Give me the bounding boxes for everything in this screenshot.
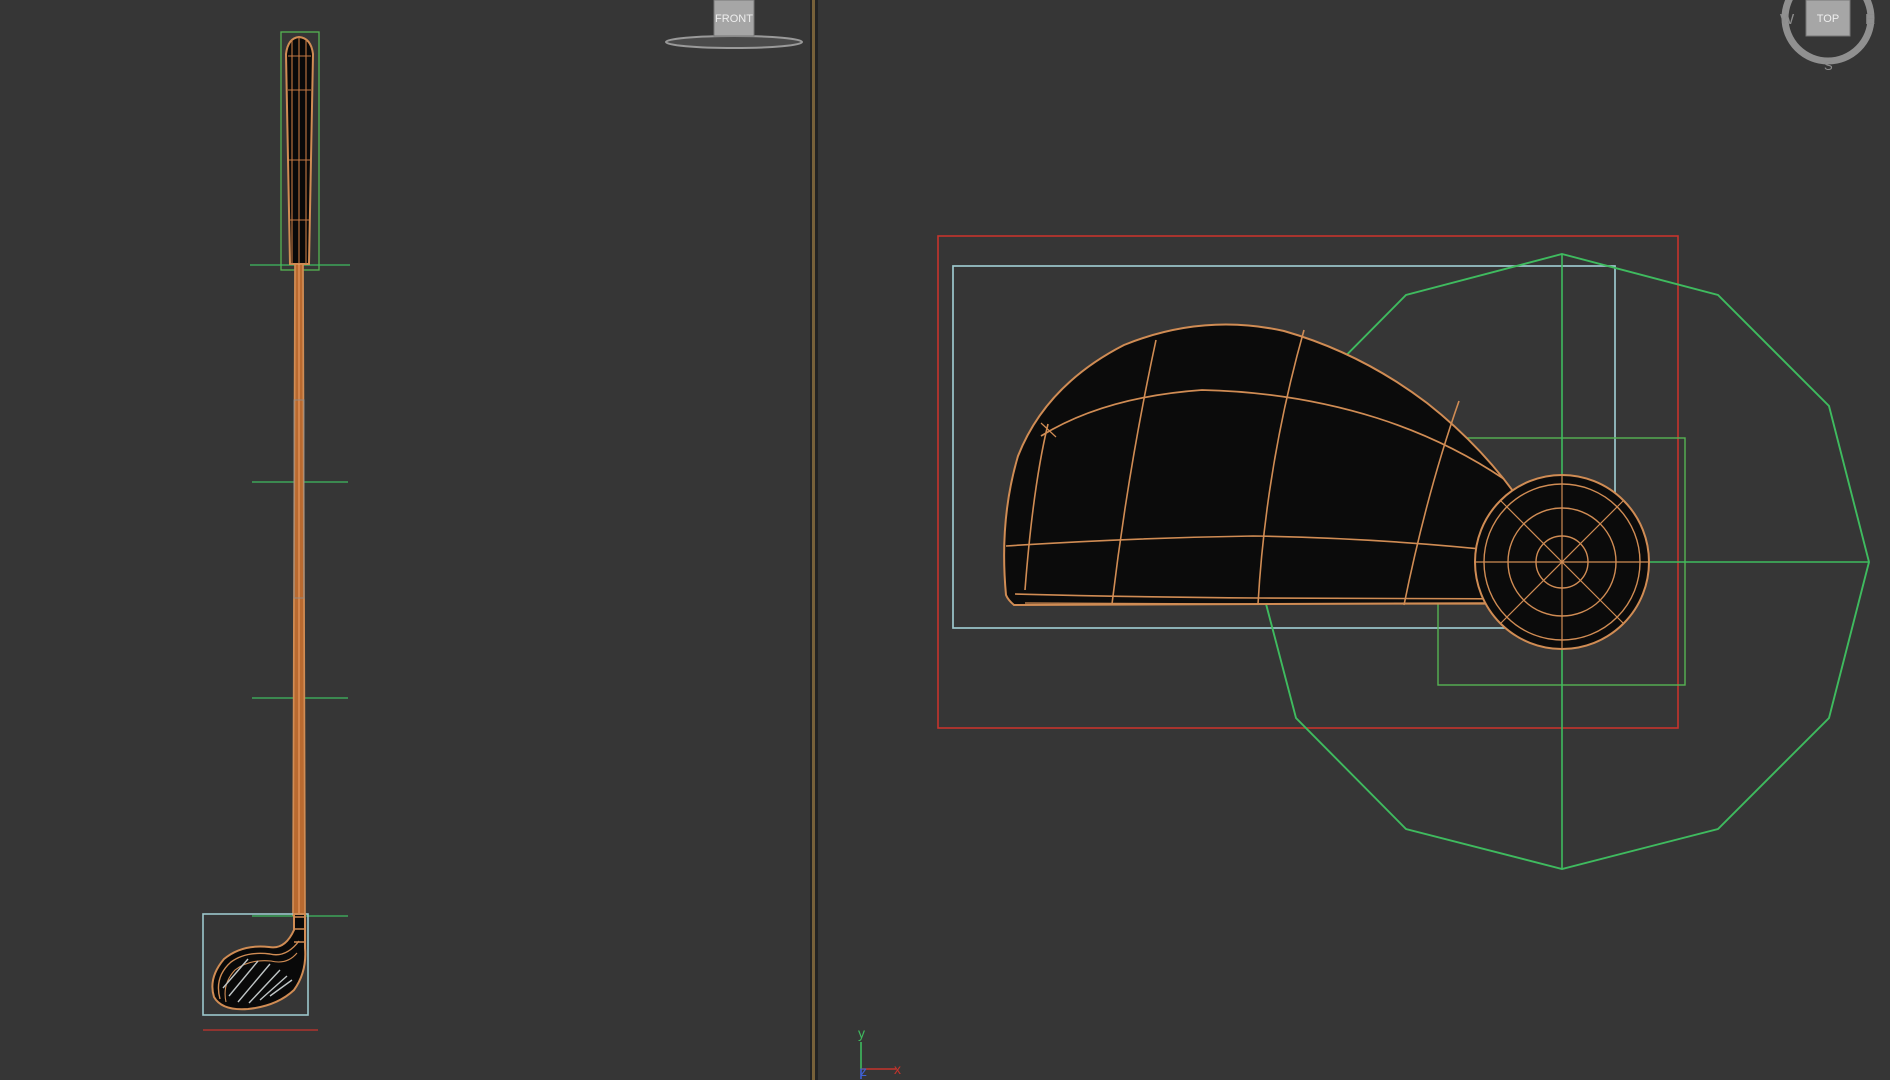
viewcube-front-base-icon [665,35,803,49]
compass-west-label: W [1780,11,1795,28]
compass-east-label: E [1865,11,1875,28]
viewport-canvas[interactable]: FRONT TOP W E S y z x [0,0,1890,1080]
cylinder-radial-wire [1475,475,1649,649]
axis-x-label: x [894,1061,901,1077]
compass-south-label: S [1824,58,1833,73]
axis-y-label: y [858,1025,865,1041]
cylindrical-object-wire[interactable] [1474,474,1650,650]
viewport-divider[interactable] [812,0,815,1080]
viewcube-top-label: TOP [1817,13,1839,25]
max-viewports: FRONT TOP W E S y z x [0,0,1890,1080]
axis-z-label: z [860,1063,867,1079]
viewcube-front-label: FRONT [715,13,753,25]
